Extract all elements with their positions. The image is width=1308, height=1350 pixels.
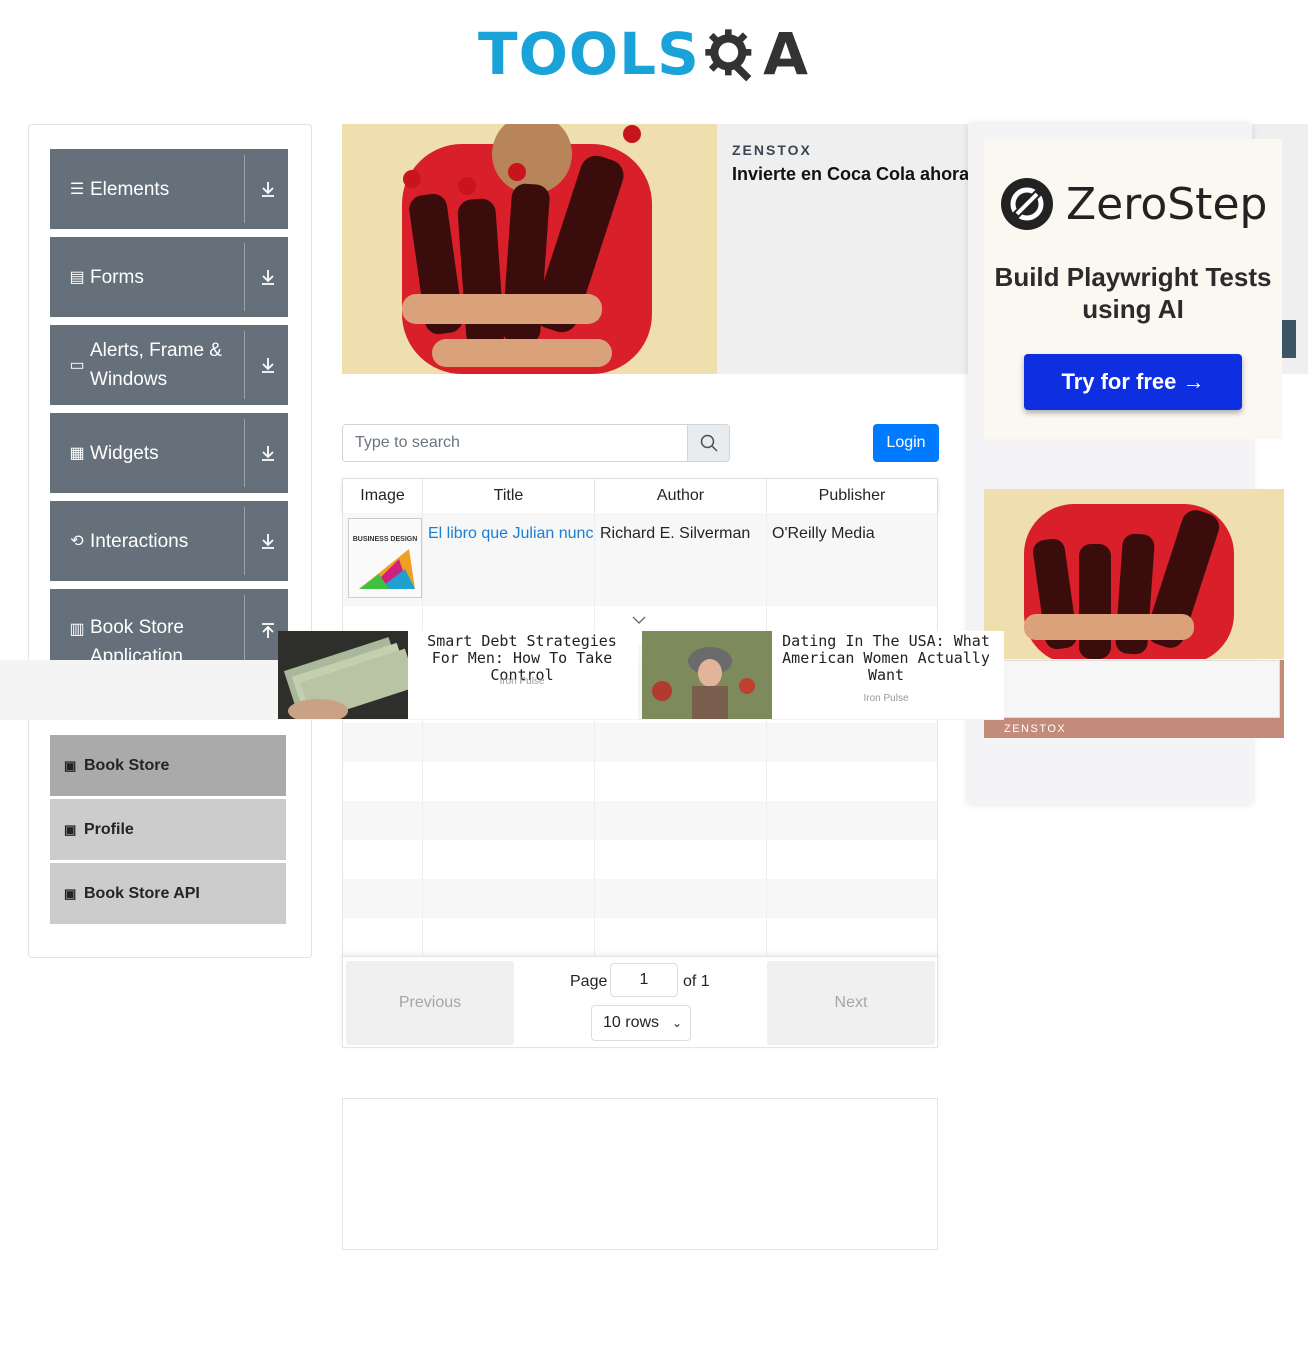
zenstox-label: ZENSTOX xyxy=(1004,723,1067,735)
download-arrow-icon[interactable] xyxy=(258,531,278,551)
column-header-publisher[interactable]: Publisher xyxy=(767,479,937,513)
table-row xyxy=(343,879,937,918)
menu-item-label: Book Store API xyxy=(84,884,200,902)
zerostep-tagline: Build Playwright Tests using AI xyxy=(994,262,1272,324)
group-label: Widgets xyxy=(90,442,159,464)
table-row xyxy=(343,840,937,879)
try-for-free-button[interactable]: Try for free → xyxy=(1024,354,1242,410)
group-widgets[interactable]: ▦ Widgets xyxy=(50,413,288,493)
logo-a-text: A xyxy=(763,20,808,88)
menu-item-label: Profile xyxy=(84,820,134,838)
group-interactions[interactable]: ⟲ Interactions xyxy=(50,501,288,581)
page-label: Page xyxy=(570,973,608,990)
divider xyxy=(244,155,245,223)
divider xyxy=(244,419,245,487)
native-ad-source: Iron Pulse xyxy=(499,676,545,687)
column-header-author[interactable]: Author xyxy=(595,479,767,513)
gear-magnifier-icon xyxy=(705,29,752,82)
book-author-cell: Richard E. Silverman xyxy=(595,513,767,606)
left-menu-panel: ☰ Elements ▤ Forms ▭ Alerts, Frame & Win… xyxy=(28,124,312,958)
group-elements[interactable]: ☰ Elements xyxy=(50,149,288,229)
download-arrow-icon[interactable] xyxy=(258,355,278,375)
login-button[interactable]: Login xyxy=(873,424,939,462)
table-row xyxy=(343,801,937,840)
previous-button[interactable]: Previous xyxy=(346,961,514,1045)
ad-image-child-coca-cola[interactable] xyxy=(984,489,1284,659)
rows-select-value: 10 rows xyxy=(603,1014,660,1031)
search-input[interactable] xyxy=(343,425,687,461)
native-ad-image-money[interactable] xyxy=(278,631,408,719)
table-row xyxy=(343,762,937,801)
native-ad-source: Iron Pulse xyxy=(863,693,909,704)
group-label: Interactions xyxy=(90,530,189,552)
chevron-down-icon[interactable] xyxy=(631,614,647,628)
zerostep-logo-icon xyxy=(1001,178,1053,230)
ad-headline[interactable]: Invierte en Coca Cola ahora xyxy=(732,164,969,185)
next-button[interactable]: Next xyxy=(767,961,935,1045)
table-header: Image Title Author Publisher xyxy=(343,479,937,513)
menu-item-label: Book Store xyxy=(84,756,170,774)
page-of-label: of 1 xyxy=(683,973,710,990)
hamburger-icon: ☰ xyxy=(69,181,85,198)
book-cover-image: BUSINESS DESIGN xyxy=(348,518,422,598)
interactions-icon: ⟲ xyxy=(70,533,84,550)
zenstox-ad-bar[interactable]: ZENSTOX xyxy=(984,660,1284,738)
book-title-link[interactable]: El libro que Julian nunca xyxy=(428,525,594,542)
page-number-input[interactable]: 1 xyxy=(610,963,678,997)
zerostep-logo: ZeroStep xyxy=(1000,177,1267,231)
table-row xyxy=(343,723,937,762)
book-title-cell: El libro que Julian nunca xyxy=(423,513,595,606)
html5-icon: ▣ xyxy=(64,821,77,837)
search-button[interactable] xyxy=(687,425,729,461)
table-row xyxy=(343,918,937,957)
upload-arrow-icon[interactable] xyxy=(258,621,278,641)
group-alerts-frame-windows[interactable]: ▭ Alerts, Frame & Windows xyxy=(50,325,288,405)
table-row: BUSINESS DESIGN El libro que Julian nunc… xyxy=(343,513,937,606)
group-forms[interactable]: ▤ Forms xyxy=(50,237,288,317)
zerostep-ad[interactable]: ZeroStep Build Playwright Tests using AI… xyxy=(984,139,1282,439)
document-icon: ▤ xyxy=(69,269,85,286)
right-advertisement[interactable]: ZeroStep Build Playwright Tests using AI… xyxy=(968,124,1296,804)
divider xyxy=(244,331,245,399)
bottom-ad-placeholder xyxy=(342,1098,938,1250)
rows-per-page-select[interactable]: 10 rows ⌄ xyxy=(591,1005,691,1041)
group-label: Forms xyxy=(90,266,144,288)
column-header-title[interactable]: Title xyxy=(423,479,595,513)
grid-icon: ▦ xyxy=(69,445,85,462)
ad-brand: ZENSTOX xyxy=(732,142,812,158)
group-label: Alerts, Frame & Windows xyxy=(90,340,222,390)
divider xyxy=(244,243,245,311)
search-box xyxy=(342,424,730,462)
download-arrow-icon[interactable] xyxy=(258,443,278,463)
native-ad-card[interactable]: Dating In The USA: What American Women A… xyxy=(642,631,1004,719)
native-ad-image-woman[interactable] xyxy=(642,631,772,719)
logo-tools-text: TOOLS xyxy=(478,20,700,88)
menu-item-profile[interactable]: ▣ Profile xyxy=(50,799,286,861)
book-image-cell: BUSINESS DESIGN xyxy=(343,513,423,606)
toolsqa-logo[interactable]: TOOLS A xyxy=(478,14,808,94)
native-ad-title[interactable]: Dating In The USA: What American Women A… xyxy=(778,633,994,684)
group-label: Elements xyxy=(90,178,170,200)
ad-image-child-coca-cola[interactable] xyxy=(342,124,717,374)
menu-item-book-store[interactable]: ▣ Book Store xyxy=(50,735,286,797)
window-icon: ▭ xyxy=(69,357,85,374)
native-ad-card[interactable]: Smart Debt Strategies For Men: How To Ta… xyxy=(278,631,638,719)
search-icon xyxy=(700,434,718,452)
zerostep-name: ZeroStep xyxy=(1066,178,1268,230)
pagination-bar: Previous Page 1 of 1 10 rows ⌄ Next xyxy=(342,956,938,1048)
html5-icon: ▣ xyxy=(64,757,77,773)
download-arrow-icon[interactable] xyxy=(258,267,278,287)
ad-side-tab[interactable] xyxy=(1282,320,1296,358)
html5-icon: ▣ xyxy=(64,885,77,901)
divider xyxy=(244,595,245,663)
book-publisher-cell: O'Reilly Media xyxy=(772,525,875,542)
svg-text:BUSINESS DESIGN: BUSINESS DESIGN xyxy=(353,536,418,543)
menu-item-book-store-api[interactable]: ▣ Book Store API xyxy=(50,863,286,925)
ad-overlay-panel xyxy=(984,660,1280,718)
chevron-down-icon: ⌄ xyxy=(671,1016,682,1030)
download-arrow-icon[interactable] xyxy=(258,179,278,199)
divider xyxy=(244,507,245,575)
column-header-image[interactable]: Image xyxy=(343,479,423,513)
books-icon: ▥ xyxy=(69,621,85,638)
